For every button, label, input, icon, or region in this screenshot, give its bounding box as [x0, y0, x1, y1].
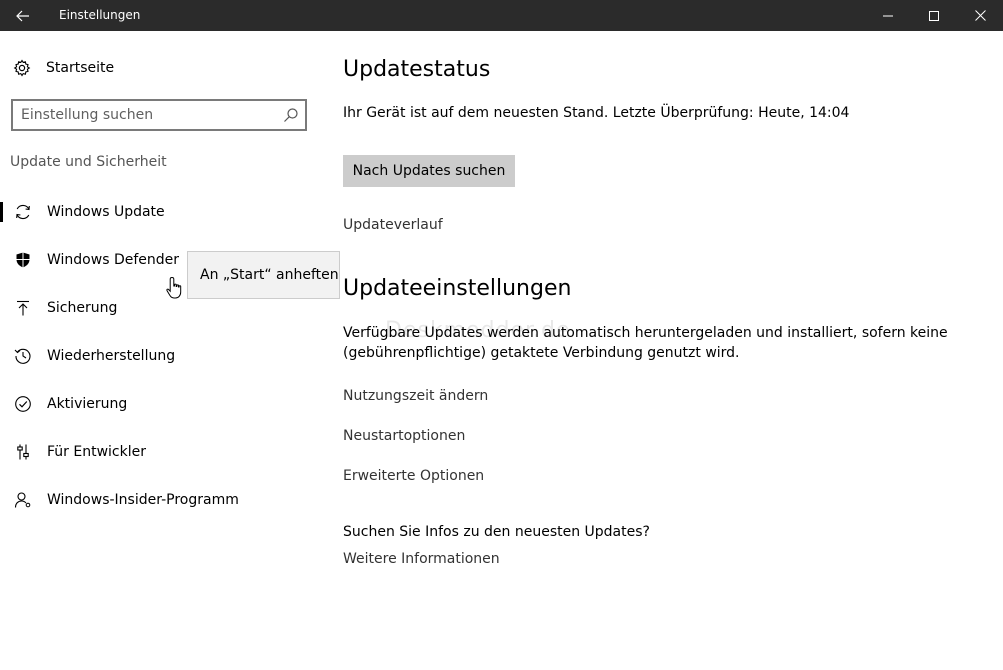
check-for-updates-button[interactable]: Nach Updates suchen [343, 155, 515, 187]
active-hours-link[interactable]: Nutzungszeit ändern [343, 388, 488, 404]
title-bar: Einstellungen [0, 0, 1003, 31]
sidebar-item-aktivierung[interactable]: Aktivierung [0, 387, 320, 421]
pin-to-start-tooltip[interactable]: An „Start“ anheften [187, 251, 340, 299]
sidebar-item-insider-programm[interactable]: Windows-Insider-Programm [0, 483, 320, 517]
close-icon [974, 10, 986, 21]
info-question: Suchen Sie Infos zu den neuesten Updates… [343, 524, 650, 540]
history-icon [13, 346, 33, 366]
more-info-link[interactable]: Weitere Informationen [343, 551, 500, 567]
window-title: Einstellungen [59, 8, 141, 22]
sidebar-item-label: Wiederherstellung [47, 348, 176, 364]
home-link[interactable]: Startseite [12, 56, 114, 80]
search-icon[interactable] [283, 107, 299, 123]
restart-options-link[interactable]: Neustartoptionen [343, 428, 465, 444]
update-settings-heading: Updateeinstellungen [343, 276, 572, 301]
sidebar-item-wiederherstellung[interactable]: Wiederherstellung [0, 339, 320, 373]
sidebar-item-label: Windows Defender [47, 252, 180, 268]
check-circle-icon [13, 394, 33, 414]
search-box[interactable] [11, 99, 307, 131]
maximize-icon [929, 10, 939, 21]
search-input[interactable] [21, 105, 271, 125]
back-button[interactable] [0, 0, 46, 31]
update-history-link[interactable]: Updateverlauf [343, 217, 443, 233]
maximize-button[interactable] [911, 0, 957, 31]
person-icon [13, 490, 33, 510]
home-label: Startseite [46, 60, 115, 76]
refresh-icon [13, 202, 33, 222]
minimize-icon [883, 15, 893, 16]
minimize-button[interactable] [865, 0, 911, 31]
gear-icon [12, 58, 32, 78]
hand-cursor-icon [166, 276, 182, 299]
sidebar-item-windows-update[interactable]: Windows Update [0, 195, 320, 229]
sidebar-item-label: Windows Update [47, 204, 165, 220]
sliders-icon [13, 442, 33, 462]
sidebar-item-entwickler[interactable]: Für Entwickler [0, 435, 320, 469]
close-button[interactable] [957, 0, 1003, 31]
sidebar-item-label: Windows-Insider-Programm [47, 492, 239, 508]
sidebar-item-label: Aktivierung [47, 396, 128, 412]
advanced-options-link[interactable]: Erweiterte Optionen [343, 468, 484, 484]
sidebar-item-label: Für Entwickler [47, 444, 146, 460]
update-settings-description-line2: (gebührenpflichtige) getaktete Verbindun… [343, 345, 740, 361]
update-status-text: Ihr Gerät ist auf dem neuesten Stand. Le… [343, 105, 850, 121]
shield-icon [13, 250, 33, 270]
update-status-heading: Updatestatus [343, 57, 491, 82]
section-label: Update und Sicherheit [10, 154, 167, 170]
arrow-left-icon [16, 10, 29, 21]
sidebar-item-label: Sicherung [47, 300, 118, 316]
upload-arrow-icon [13, 298, 33, 318]
watermark: Deskmodder.de [385, 318, 571, 343]
selection-indicator [0, 202, 3, 222]
